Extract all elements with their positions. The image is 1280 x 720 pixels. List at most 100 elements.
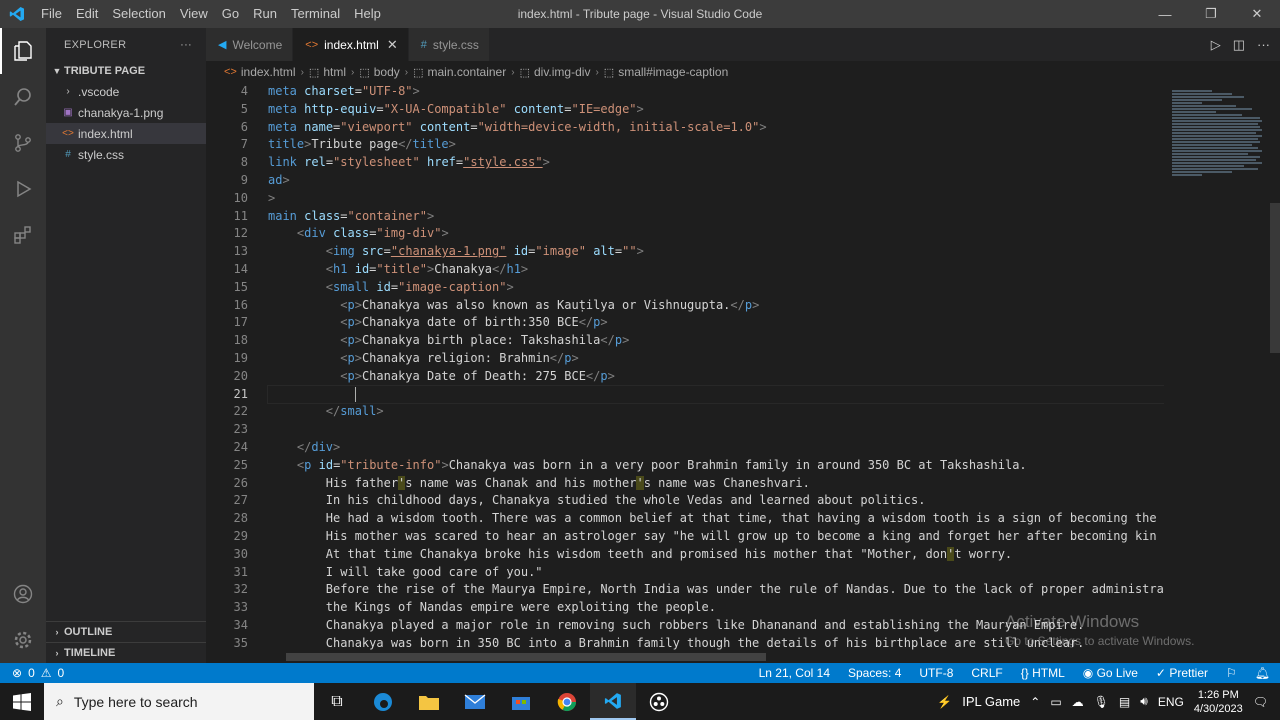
- crumb-main[interactable]: ⬚ main.container: [413, 65, 506, 79]
- crumb-file[interactable]: <> index.html: [224, 65, 296, 79]
- tab-welcome[interactable]: ◀ Welcome: [206, 28, 294, 61]
- cursor-position[interactable]: Ln 21, Col 14: [759, 666, 830, 680]
- line-number: 11: [233, 208, 248, 223]
- line-number: 12: [233, 226, 248, 241]
- element-icon: ⬚: [413, 66, 424, 79]
- taskbar-search-box[interactable]: ⌕ Type here to search: [44, 683, 314, 720]
- split-editor-icon[interactable]: ◫: [1233, 37, 1245, 53]
- chevron-right-icon: ›: [300, 66, 304, 78]
- close-window-button[interactable]: ✕: [1234, 0, 1280, 28]
- file-style-css[interactable]: # style.css: [46, 144, 206, 165]
- line-number: 14: [233, 261, 248, 276]
- crumb-body[interactable]: ⬚ body: [359, 65, 399, 79]
- go-live-button[interactable]: ◉ Go Live: [1083, 666, 1138, 680]
- html-file-icon: <>: [224, 66, 237, 78]
- more-actions-icon[interactable]: ···: [180, 39, 192, 51]
- menu-terminal[interactable]: Terminal: [284, 0, 347, 28]
- code-editor[interactable]: 4 5 6 7 8 9 10 11 12 13 14 15 16 17 18 1…: [206, 83, 1164, 661]
- crumb-small[interactable]: ⬚ small#image-caption: [604, 65, 728, 79]
- chevron-right-icon: ›: [350, 66, 355, 78]
- line-number: 35: [233, 635, 248, 650]
- prettier-status[interactable]: ✓ Prettier: [1156, 666, 1208, 680]
- minimap[interactable]: [1164, 83, 1268, 661]
- indentation[interactable]: Spaces: 4: [848, 666, 901, 680]
- problems-indicator[interactable]: ⊗ 0 ⚠ 0: [0, 666, 64, 680]
- file-explorer-icon[interactable]: [406, 683, 452, 720]
- show-hidden-icons-chevron-icon[interactable]: ⌃: [1030, 695, 1040, 709]
- language-mode[interactable]: {} HTML: [1021, 666, 1065, 680]
- code-lines[interactable]: meta charset="UTF-8"> meta http-equiv="X…: [267, 83, 1164, 653]
- menu-selection[interactable]: Selection: [105, 0, 172, 28]
- menu-view[interactable]: View: [173, 0, 215, 28]
- go-live-label: Go Live: [1096, 666, 1138, 680]
- more-actions-icon[interactable]: ···: [1257, 37, 1270, 52]
- feedback-icon[interactable]: ⚐: [1226, 666, 1237, 680]
- vertical-scrollbar[interactable]: [1268, 83, 1280, 661]
- tray-app-icon[interactable]: ▭: [1050, 695, 1061, 709]
- settings-gear-icon[interactable]: [0, 617, 46, 663]
- onedrive-cloud-icon[interactable]: ☁: [1072, 695, 1084, 709]
- code-line: meta name="viewport" content="width=devi…: [268, 119, 767, 134]
- weather-widget-icon[interactable]: ⚡: [937, 695, 952, 709]
- microphone-icon[interactable]: 🎙︎: [1094, 695, 1109, 709]
- encoding[interactable]: UTF-8: [919, 666, 953, 680]
- notifications-bell-icon[interactable]: 🔔︎: [1255, 666, 1270, 680]
- tab-label: Welcome: [232, 37, 283, 52]
- scrollbar-thumb[interactable]: [1270, 203, 1280, 353]
- folder-tribute-page[interactable]: ▼ TRIBUTE PAGE: [46, 61, 206, 81]
- code-line-current: [267, 384, 1164, 405]
- menu-file[interactable]: File: [34, 0, 69, 28]
- edge-browser-icon[interactable]: [360, 683, 406, 720]
- file-vscode-folder[interactable]: › .vscode: [46, 81, 206, 102]
- maximize-button[interactable]: ❐: [1188, 0, 1234, 28]
- mail-icon[interactable]: [452, 683, 498, 720]
- code-line: <p>Chanakya Date of Death: 275 BCE</p>: [340, 368, 615, 383]
- tab-index-html[interactable]: <> index.html ✕: [293, 28, 409, 61]
- outline-label: OUTLINE: [64, 626, 113, 638]
- file-chanakya-png[interactable]: ▣ chanakya-1.png: [46, 102, 206, 123]
- line-number: 15: [233, 279, 248, 294]
- status-bar: ⊗ 0 ⚠ 0 Ln 21, Col 14 Spaces: 4 UTF-8 CRLF…: [0, 663, 1280, 683]
- crumb-label: html: [323, 65, 346, 79]
- timeline-section[interactable]: › TIMELINE: [46, 642, 206, 663]
- windows-start-icon[interactable]: [0, 683, 44, 720]
- notification-center-icon[interactable]: 🗨︎: [1253, 695, 1268, 709]
- vscode-taskbar-icon[interactable]: [590, 683, 636, 720]
- extensions-icon[interactable]: [0, 212, 46, 258]
- chrome-icon[interactable]: [544, 683, 590, 720]
- file-label: index.html: [78, 126, 133, 141]
- accounts-icon[interactable]: [0, 571, 46, 617]
- clock[interactable]: 1:26 PM 4/30/2023: [1194, 688, 1243, 716]
- network-icon[interactable]: ▤: [1119, 695, 1130, 709]
- file-index-html[interactable]: <> index.html: [46, 123, 206, 144]
- outline-section[interactable]: › OUTLINE: [46, 621, 206, 642]
- code-line: <p>Chanakya birth place: Takshashila</p>: [340, 333, 630, 348]
- weather-widget-label[interactable]: IPL Game: [962, 694, 1020, 709]
- line-ending[interactable]: CRLF: [971, 666, 1002, 680]
- tab-style-css[interactable]: # style.css: [408, 28, 490, 61]
- task-view-icon[interactable]: ⧉: [314, 683, 360, 720]
- crumb-div[interactable]: ⬚ div.img-div: [520, 65, 591, 79]
- code-line: <p>Chanakya was also known as Kauṭilya o…: [340, 297, 760, 312]
- menu-help[interactable]: Help: [347, 0, 388, 28]
- menu-edit[interactable]: Edit: [69, 0, 105, 28]
- explorer-icon[interactable]: [0, 28, 46, 74]
- run-icon[interactable]: ▷: [1211, 37, 1221, 53]
- minimize-button[interactable]: —: [1142, 0, 1188, 28]
- search-icon[interactable]: [0, 74, 46, 120]
- menu-go[interactable]: Go: [215, 0, 246, 28]
- store-icon[interactable]: [498, 683, 544, 720]
- menu-run[interactable]: Run: [246, 0, 284, 28]
- input-language[interactable]: ENG: [1158, 695, 1184, 709]
- chevron-right-icon: ›: [66, 86, 70, 97]
- crumb-html[interactable]: ⬚ html: [309, 65, 346, 79]
- file-label: style.css: [78, 147, 125, 162]
- run-debug-icon[interactable]: [0, 166, 46, 212]
- source-control-icon[interactable]: [0, 120, 46, 166]
- horizontal-scrollbar[interactable]: [286, 653, 766, 661]
- obs-recorder-icon[interactable]: [636, 683, 682, 720]
- close-tab-icon[interactable]: ✕: [387, 37, 398, 53]
- line-number: 34: [233, 617, 248, 632]
- line-number: 27: [233, 493, 248, 508]
- volume-icon[interactable]: 🔊︎: [1140, 694, 1148, 709]
